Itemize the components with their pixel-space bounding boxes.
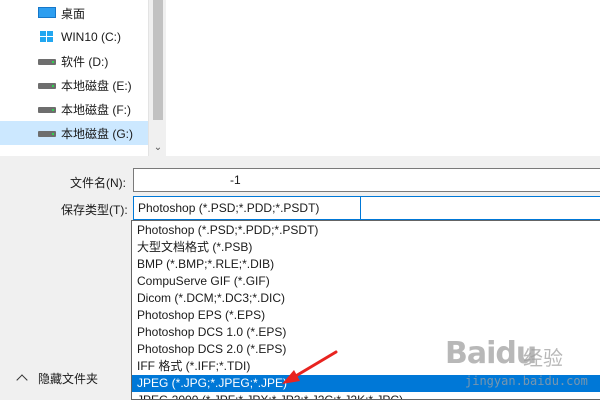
nav-item-drive-e[interactable]: 本地磁盘 (E:) [0, 73, 148, 97]
watermark: Baidu 经验 jingyan.baidu.com [445, 330, 600, 400]
nav-item-desktop[interactable]: 桌面 [0, 1, 148, 25]
filename-label: 文件名(N): [70, 176, 126, 190]
file-list-pane[interactable] [166, 0, 600, 156]
nav-item-label: 桌面 [61, 6, 86, 21]
watermark-text: 经验 [523, 348, 563, 370]
nav-item-drive-c[interactable]: WIN10 (C:) [0, 25, 148, 49]
nav-item-label: 本地磁盘 (F:) [61, 102, 131, 117]
dropdown-option[interactable]: Dicom (*.DCM;*.DC3;*.DIC) [132, 290, 600, 307]
dropdown-option[interactable]: CompuServe GIF (*.GIF) [132, 273, 600, 290]
scrollbar-thumb[interactable] [153, 0, 163, 120]
nav-item-drive-g[interactable]: 本地磁盘 (G:) [0, 121, 148, 145]
hide-folders-label: 隐藏文件夹 [38, 371, 99, 386]
nav-item-label: WIN10 (C:) [61, 30, 121, 44]
drive-icon [38, 59, 56, 65]
filename-input[interactable]: -1 [133, 168, 600, 192]
navigation-pane: 桌面 WIN10 (C:) 软件 (D:) 本地磁盘 (E:) 本地磁盘 (F:… [0, 0, 148, 156]
nav-item-label: 本地磁盘 (G:) [61, 126, 133, 141]
scroll-down-arrow-icon[interactable]: ⌄ [149, 138, 167, 156]
dropdown-option[interactable]: 大型文档格式 (*.PSB) [132, 239, 600, 256]
drive-icon [38, 131, 56, 137]
filetype-select-extension[interactable] [361, 196, 600, 220]
nav-item-drive-f[interactable]: 本地磁盘 (F:) [0, 97, 148, 121]
desktop-icon [38, 7, 56, 18]
filetype-select[interactable]: Photoshop (*.PSD;*.PDD;*.PSDT) [133, 196, 361, 220]
chevron-up-icon [16, 374, 28, 386]
drive-icon [38, 83, 56, 89]
dropdown-option[interactable]: BMP (*.BMP;*.RLE;*.DIB) [132, 256, 600, 273]
nav-item-label: 本地磁盘 (E:) [61, 78, 132, 93]
nav-item-drive-d[interactable]: 软件 (D:) [0, 49, 148, 73]
dropdown-option[interactable]: Photoshop (*.PSD;*.PDD;*.PSDT) [132, 222, 600, 239]
annotation-arrow-icon [282, 350, 338, 384]
watermark-url: jingyan.baidu.com [465, 374, 588, 388]
drive-icon [38, 107, 56, 113]
hide-folders-button[interactable]: 隐藏文件夹 [16, 369, 99, 387]
windows-drive-icon [38, 31, 54, 45]
dropdown-option[interactable]: Photoshop EPS (*.EPS) [132, 307, 600, 324]
filetype-label: 保存类型(T): [61, 203, 128, 217]
nav-scrollbar[interactable]: ⌄ [148, 0, 166, 156]
nav-item-label: 软件 (D:) [61, 54, 109, 69]
